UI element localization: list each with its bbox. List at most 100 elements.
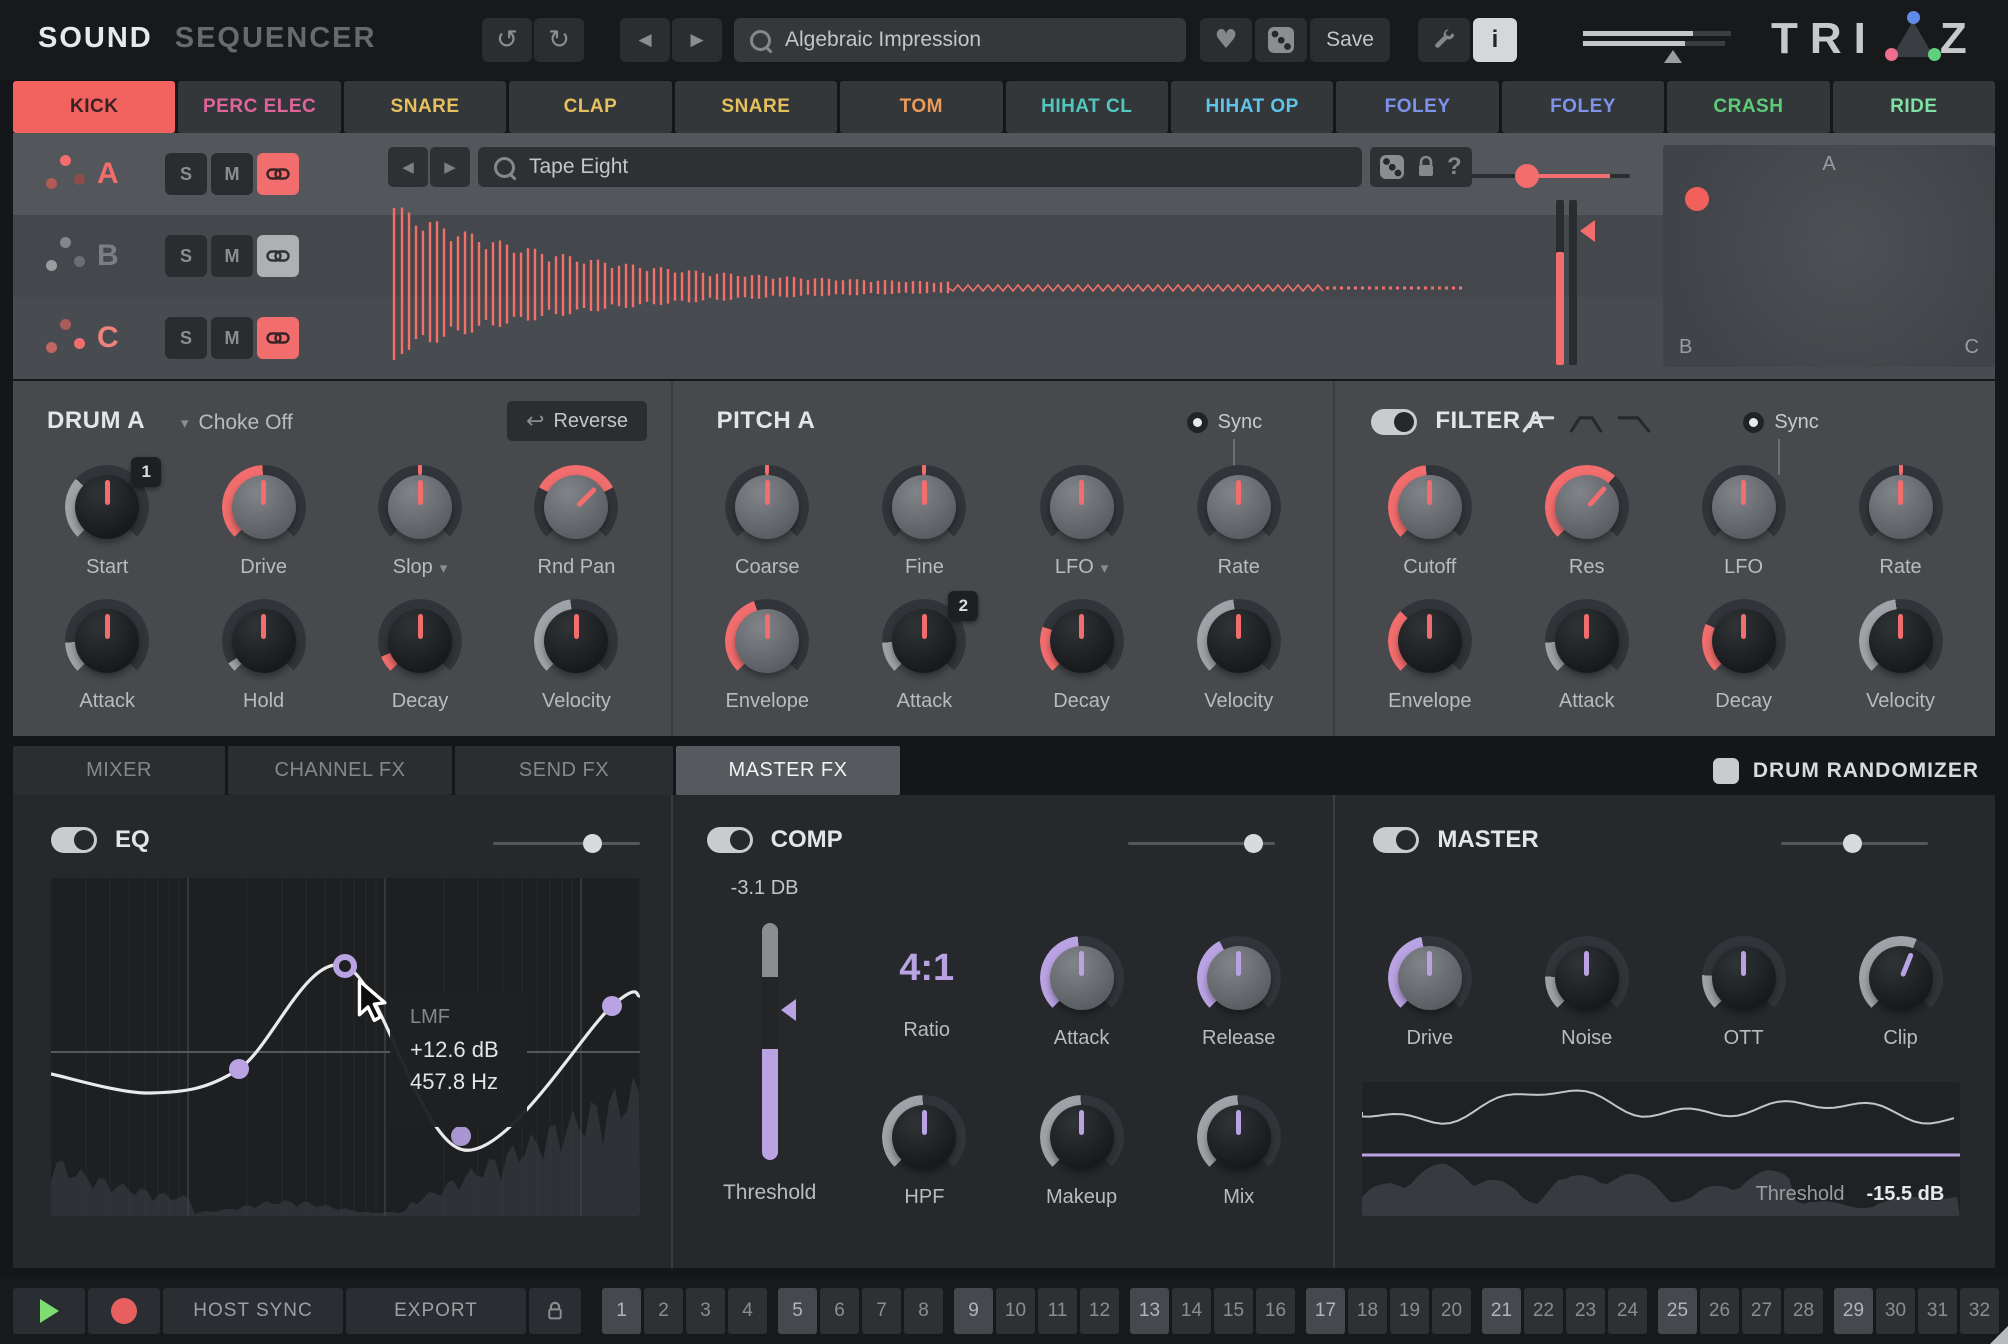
- layer-row-c[interactable]: C S M: [13, 297, 383, 379]
- comp-enable-toggle[interactable]: [707, 827, 753, 853]
- knob-drive[interactable]: Drive: [185, 465, 341, 580]
- layer-c-link-button[interactable]: [257, 317, 299, 359]
- knob-attack[interactable]: 2Attack: [846, 599, 1003, 714]
- knob-mix[interactable]: Mix: [1160, 1095, 1317, 1210]
- knob-makeup[interactable]: Makeup: [1003, 1095, 1160, 1210]
- eq-mix-handle[interactable]: [583, 834, 602, 853]
- pad-crash[interactable]: CRASH: [1667, 81, 1829, 133]
- master-scope[interactable]: Threshold -15.5 dB: [1362, 1082, 1960, 1216]
- knob-drive[interactable]: Drive: [1351, 936, 1508, 1051]
- pad-perc-elec[interactable]: PERC ELEC: [178, 81, 340, 133]
- resize-grip[interactable]: [1990, 1326, 2008, 1344]
- knob-lfo[interactable]: LFO: [1665, 465, 1822, 580]
- pad-snare[interactable]: SNARE: [344, 81, 506, 133]
- pad-ride[interactable]: RIDE: [1833, 81, 1995, 133]
- comp-mix-slider[interactable]: [1128, 842, 1275, 845]
- step-1[interactable]: 1: [602, 1288, 641, 1334]
- bandpass-icon[interactable]: [1569, 413, 1603, 435]
- knob-attack[interactable]: Attack: [29, 599, 185, 714]
- knob-rate[interactable]: Rate: [1822, 465, 1979, 580]
- randomize-preset-button[interactable]: [1255, 18, 1307, 62]
- knob-hold[interactable]: Hold: [185, 599, 341, 714]
- step-13[interactable]: 13: [1130, 1288, 1169, 1334]
- favorite-button[interactable]: ♥: [1200, 18, 1252, 62]
- knob-fine[interactable]: Fine: [846, 465, 1003, 580]
- app-title-sequencer[interactable]: SEQUENCER: [175, 22, 377, 54]
- step-11[interactable]: 11: [1038, 1288, 1077, 1334]
- step-8[interactable]: 8: [904, 1288, 943, 1334]
- sample-random-icon[interactable]: [1380, 155, 1404, 179]
- knob-decay[interactable]: Decay: [1665, 599, 1822, 714]
- record-button[interactable]: [88, 1288, 160, 1334]
- pad-tom[interactable]: TOM: [840, 81, 1002, 133]
- comp-mix-handle[interactable]: [1244, 834, 1263, 853]
- output-fader-handle[interactable]: [1664, 50, 1682, 63]
- knob-envelope[interactable]: Envelope: [1351, 599, 1508, 714]
- knob-release[interactable]: Release: [1160, 936, 1317, 1051]
- step-28[interactable]: 28: [1784, 1288, 1823, 1334]
- preset-prev-button[interactable]: ◀: [620, 18, 670, 62]
- knob-slop[interactable]: Slop▾: [342, 465, 498, 580]
- knob-velocity[interactable]: Velocity: [498, 599, 654, 714]
- filter-enable-toggle[interactable]: [1371, 409, 1417, 435]
- layer-a-link-button[interactable]: [257, 153, 299, 195]
- sample-search-input[interactable]: [527, 154, 1362, 180]
- preset-search[interactable]: [734, 18, 1186, 62]
- tab-channel-fx[interactable]: CHANNEL FX: [228, 746, 452, 795]
- step-14[interactable]: 14: [1172, 1288, 1211, 1334]
- eq-enable-toggle[interactable]: [51, 827, 97, 853]
- step-19[interactable]: 19: [1390, 1288, 1429, 1334]
- step-2[interactable]: 2: [644, 1288, 683, 1334]
- master-enable-toggle[interactable]: [1373, 827, 1419, 853]
- info-button[interactable]: i: [1473, 18, 1517, 62]
- layer-a-mute-button[interactable]: M: [211, 153, 253, 195]
- layer-b-link-button[interactable]: [257, 235, 299, 277]
- step-17[interactable]: 17: [1306, 1288, 1345, 1334]
- step-9[interactable]: 9: [954, 1288, 993, 1334]
- tab-mixer[interactable]: MIXER: [13, 746, 225, 795]
- step-26[interactable]: 26: [1700, 1288, 1739, 1334]
- step-30[interactable]: 30: [1876, 1288, 1915, 1334]
- step-12[interactable]: 12: [1080, 1288, 1119, 1334]
- sample-prev-button[interactable]: ◀: [388, 147, 428, 187]
- pad-hihat-op[interactable]: HIHAT OP: [1171, 81, 1333, 133]
- step-21[interactable]: 21: [1482, 1288, 1521, 1334]
- knob-rate[interactable]: Rate: [1160, 465, 1317, 580]
- step-7[interactable]: 7: [862, 1288, 901, 1334]
- knob-velocity[interactable]: Velocity: [1822, 599, 1979, 714]
- master-mix-slider[interactable]: [1781, 842, 1928, 845]
- preset-search-input[interactable]: [783, 27, 1186, 53]
- knob-attack[interactable]: Attack: [1003, 936, 1160, 1051]
- knob-cutoff[interactable]: Cutoff: [1351, 465, 1508, 580]
- knob-velocity[interactable]: Velocity: [1160, 599, 1317, 714]
- layer-c-mute-button[interactable]: M: [211, 317, 253, 359]
- knob-coarse[interactable]: Coarse: [689, 465, 846, 580]
- redo-button[interactable]: ↻: [534, 18, 584, 62]
- choke-dropdown[interactable]: ▾ Choke Off: [181, 411, 293, 435]
- knob-attack[interactable]: Attack: [1508, 599, 1665, 714]
- lock-icon[interactable]: [1415, 155, 1437, 179]
- xy-cursor[interactable]: [1685, 187, 1709, 211]
- play-button[interactable]: [13, 1288, 85, 1334]
- settings-button[interactable]: [1418, 18, 1470, 62]
- layer-b-mute-button[interactable]: M: [211, 235, 253, 277]
- knob-decay[interactable]: Decay: [1003, 599, 1160, 714]
- pad-foley[interactable]: FOLEY: [1502, 81, 1664, 133]
- layer-row-b[interactable]: B S M: [13, 215, 383, 297]
- layer-row-a[interactable]: A S M: [13, 133, 383, 215]
- knob-ott[interactable]: OTT: [1665, 936, 1822, 1051]
- pad-hihat-cl[interactable]: HIHAT CL: [1006, 81, 1168, 133]
- preset-next-button[interactable]: ▶: [672, 18, 722, 62]
- reverse-button[interactable]: ↩ Reverse: [507, 401, 647, 441]
- step-29[interactable]: 29: [1834, 1288, 1873, 1334]
- step-27[interactable]: 27: [1742, 1288, 1781, 1334]
- step-6[interactable]: 6: [820, 1288, 859, 1334]
- knob-noise[interactable]: Noise: [1508, 936, 1665, 1051]
- step-10[interactable]: 10: [996, 1288, 1035, 1334]
- layer-b-solo-button[interactable]: S: [165, 235, 207, 277]
- pad-kick[interactable]: KICK: [13, 81, 175, 133]
- waveform-display[interactable]: [388, 200, 1470, 365]
- pad-snare[interactable]: SNARE: [675, 81, 837, 133]
- step-24[interactable]: 24: [1608, 1288, 1647, 1334]
- tab-master-fx[interactable]: MASTER FX: [676, 746, 900, 795]
